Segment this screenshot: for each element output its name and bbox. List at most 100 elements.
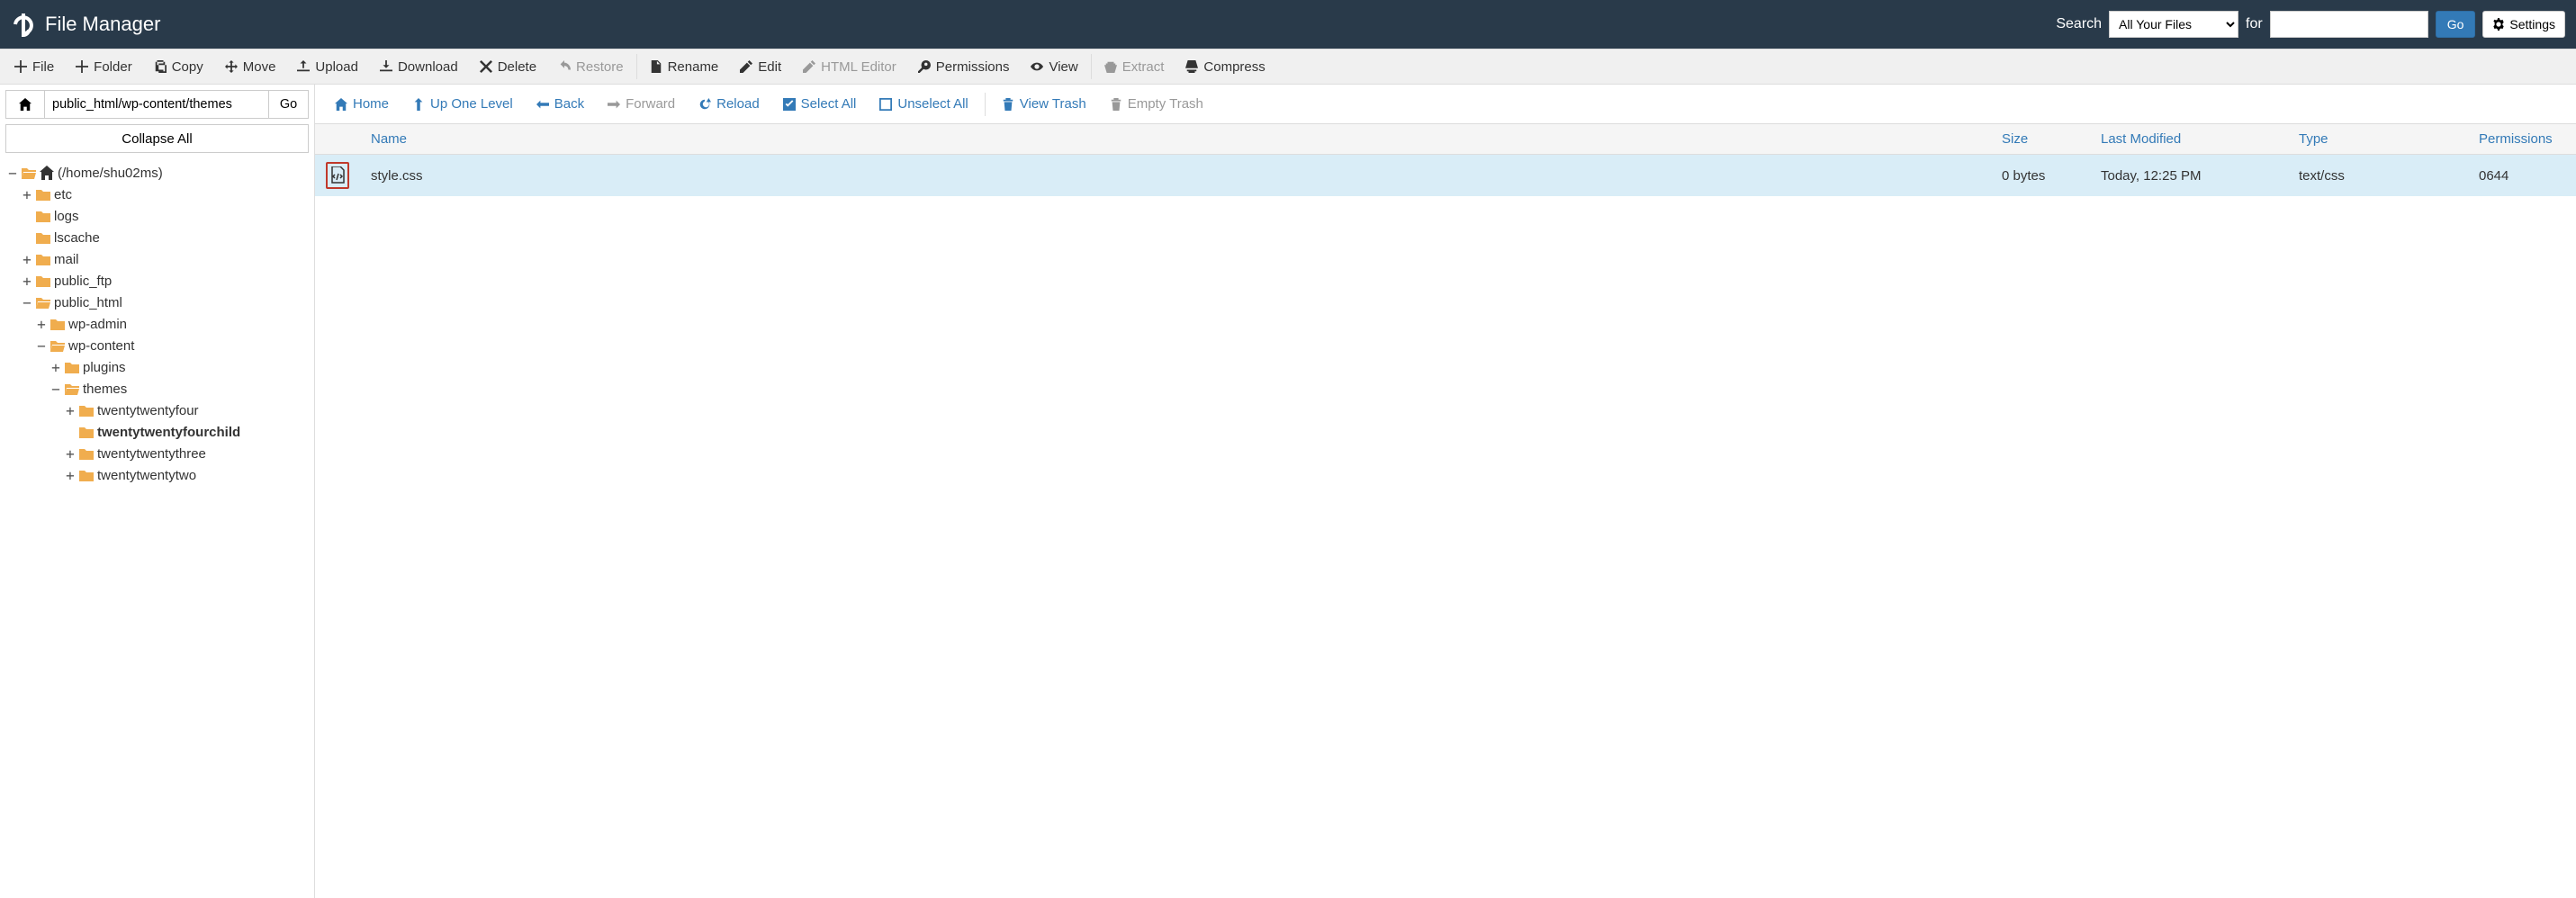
col-icon[interactable] — [315, 124, 360, 155]
tree-node-themes[interactable]: −themes — [7, 378, 307, 400]
tree-node-lscache[interactable]: +lscache — [7, 227, 307, 248]
folder-icon — [36, 188, 50, 201]
file-modified: Today, 12:25 PM — [2090, 155, 2288, 197]
code-file-icon — [329, 166, 346, 184]
upload-icon — [297, 60, 310, 73]
folder-icon — [65, 361, 79, 373]
sidebar: Go Collapse All −(/home/shu02ms) +etc +l… — [0, 85, 315, 898]
tree-node-mail[interactable]: +mail — [7, 248, 307, 270]
ct-reload-button[interactable]: Reload — [688, 88, 770, 121]
arrow-left-icon — [536, 98, 549, 111]
ct-back-button[interactable]: Back — [526, 88, 595, 121]
pencil-icon — [740, 60, 752, 73]
path-go-button[interactable]: Go — [269, 90, 309, 119]
folder-open-icon — [36, 296, 50, 309]
folder-icon — [79, 469, 94, 481]
table-row[interactable]: style.css 0 bytes Today, 12:25 PM text/c… — [315, 155, 2576, 197]
search-input[interactable] — [2270, 11, 2428, 38]
tree-node-twentytwentytwo[interactable]: +twentytwentytwo — [7, 464, 307, 486]
search-label: Search — [2056, 16, 2102, 32]
arrow-right-icon — [608, 98, 620, 111]
ct-forward-button[interactable]: Forward — [597, 88, 686, 121]
rename-button[interactable]: Rename — [639, 49, 730, 85]
folder-open-icon — [50, 339, 65, 352]
collapse-all-button[interactable]: Collapse All — [5, 124, 309, 153]
extract-button[interactable]: Extract — [1094, 49, 1175, 85]
restore-button[interactable]: Restore — [547, 49, 635, 85]
file-type: text/css — [2288, 155, 2468, 197]
file-highlight-box — [326, 162, 349, 189]
search-scope-select[interactable]: All Your Files — [2109, 11, 2238, 38]
delete-button[interactable]: Delete — [469, 49, 547, 85]
pencil-icon — [803, 60, 815, 73]
content-panel: Home Up One Level Back Forward Reload Se… — [315, 85, 2576, 898]
folder-icon — [79, 447, 94, 460]
search-go-button[interactable]: Go — [2436, 11, 2476, 38]
file-icon — [650, 60, 662, 73]
download-icon — [380, 60, 392, 73]
file-permissions: 0644 — [2468, 155, 2576, 197]
permissions-button[interactable]: Permissions — [907, 49, 1021, 85]
tree-node-logs[interactable]: +logs — [7, 205, 307, 227]
tree-node-twentytwentyfour[interactable]: +twentytwentyfour — [7, 400, 307, 421]
edit-button[interactable]: Edit — [729, 49, 792, 85]
folder-icon — [50, 318, 65, 330]
tree-node-twentytwentythree[interactable]: +twentytwentythree — [7, 443, 307, 464]
ct-view-trash-button[interactable]: View Trash — [991, 88, 1097, 121]
folder-icon — [36, 231, 50, 244]
search-for-label: for — [2246, 16, 2263, 32]
folder-tree: −(/home/shu02ms) +etc +logs +lscache +ma… — [0, 158, 314, 898]
tree-node-plugins[interactable]: +plugins — [7, 356, 307, 378]
folder-icon — [36, 274, 50, 287]
tree-node-public-html[interactable]: −public_html — [7, 292, 307, 313]
folder-icon — [36, 210, 50, 222]
tree-node-wp-content[interactable]: −wp-content — [7, 335, 307, 356]
new-file-button[interactable]: File — [4, 49, 65, 85]
plus-icon — [14, 60, 27, 73]
settings-label: Settings — [2509, 17, 2555, 31]
move-button[interactable]: Move — [214, 49, 287, 85]
tree-node-etc[interactable]: +etc — [7, 184, 307, 205]
key-icon — [918, 60, 931, 73]
html-editor-button[interactable]: HTML Editor — [792, 49, 907, 85]
app-header: File Manager Search All Your Files for G… — [0, 0, 2576, 49]
compress-button[interactable]: Compress — [1175, 49, 1275, 85]
download-button[interactable]: Download — [369, 49, 469, 85]
settings-button[interactable]: Settings — [2482, 11, 2565, 38]
folder-icon — [36, 253, 50, 265]
gear-icon — [2492, 18, 2505, 31]
ct-select-all-button[interactable]: Select All — [772, 88, 868, 121]
col-size[interactable]: Size — [1991, 124, 2090, 155]
col-modified[interactable]: Last Modified — [2090, 124, 2288, 155]
compress-icon — [1185, 60, 1198, 73]
path-input[interactable] — [45, 90, 269, 119]
ct-unselect-all-button[interactable]: Unselect All — [869, 88, 978, 121]
tree-node-public-ftp[interactable]: +public_ftp — [7, 270, 307, 292]
copy-button[interactable]: Copy — [143, 49, 214, 85]
x-icon — [480, 60, 492, 73]
tree-node-root[interactable]: −(/home/shu02ms) — [7, 162, 307, 184]
uncheck-icon — [879, 98, 892, 111]
col-name[interactable]: Name — [360, 124, 1991, 155]
content-toolbar: Home Up One Level Back Forward Reload Se… — [315, 85, 2576, 124]
upload-button[interactable]: Upload — [286, 49, 369, 85]
reload-icon — [698, 98, 711, 111]
col-type[interactable]: Type — [2288, 124, 2468, 155]
ct-empty-trash-button[interactable]: Empty Trash — [1099, 88, 1214, 121]
toolbar-separator — [1091, 54, 1092, 79]
trash-icon — [1110, 98, 1122, 111]
ct-home-button[interactable]: Home — [324, 88, 400, 121]
view-button[interactable]: View — [1020, 49, 1088, 85]
home-icon — [335, 98, 347, 111]
col-permissions[interactable]: Permissions — [2468, 124, 2576, 155]
tree-node-twentytwentyfourchild[interactable]: +twentytwentyfourchild — [7, 421, 307, 443]
extract-icon — [1104, 60, 1117, 73]
new-folder-button[interactable]: Folder — [65, 49, 143, 85]
sidebar-home-button[interactable] — [5, 90, 45, 119]
tree-node-wp-admin[interactable]: +wp-admin — [7, 313, 307, 335]
copy-icon — [154, 60, 167, 73]
file-size: 0 bytes — [1991, 155, 2090, 197]
home-icon — [40, 166, 54, 180]
ct-up-button[interactable]: Up One Level — [401, 88, 524, 121]
toolbar-separator — [636, 54, 637, 79]
